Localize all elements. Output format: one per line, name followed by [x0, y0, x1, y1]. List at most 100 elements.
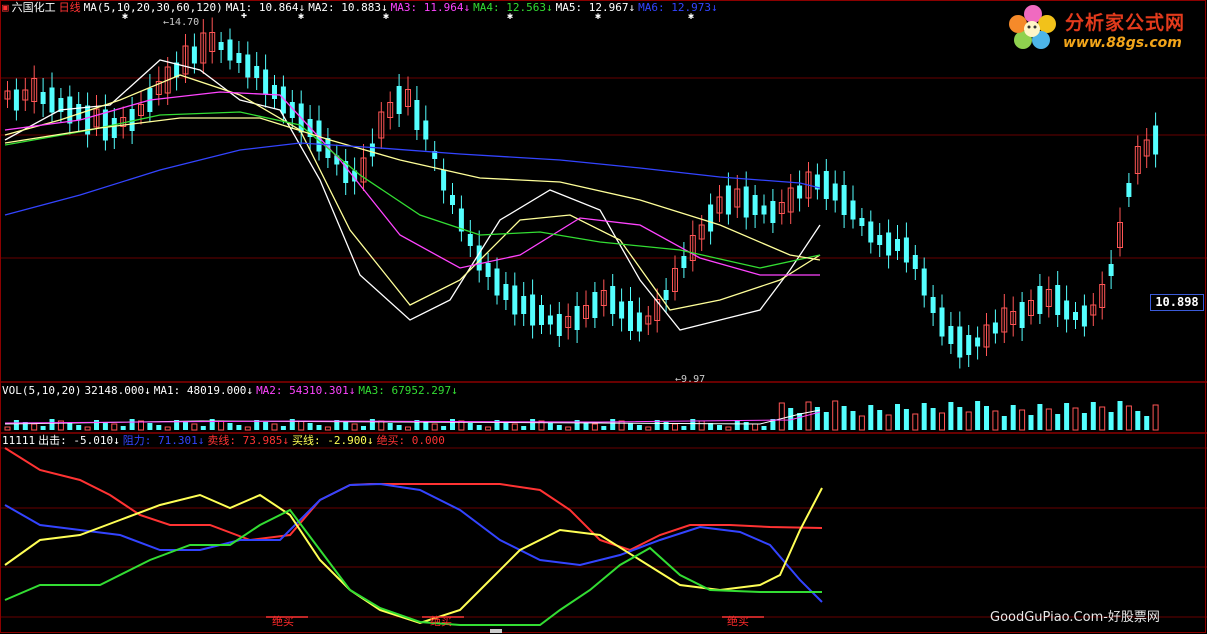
candle-body: [396, 86, 402, 114]
volume-bar: [717, 425, 722, 430]
candle-body: [236, 53, 242, 63]
candle-body: [512, 285, 518, 315]
volume-bar: [361, 426, 366, 430]
ma5-line: [4, 117, 821, 261]
candle-body: [752, 195, 758, 215]
volume-bar: [164, 426, 171, 431]
signal-label: 绝买: [727, 615, 749, 628]
candle-body: [930, 297, 936, 313]
candle-body: [1108, 264, 1114, 276]
volume-bar: [610, 419, 616, 430]
volume-bar: [1152, 404, 1159, 431]
stock-chart-window[interactable]: ▣ 六国化工 日线 MA(5,10,20,30,60,120) MA1: 10.864↓…: [0, 0, 1207, 634]
vol-ma2: MA2: 54310.301↓: [256, 384, 356, 397]
volume-bar: [67, 423, 73, 430]
candle-body: [1064, 300, 1070, 320]
logo-url: www.88gs.com: [1063, 35, 1182, 51]
volume-bar: [1135, 411, 1141, 430]
candle-body: [414, 100, 420, 130]
candle-body: [40, 92, 46, 104]
candle-body: [636, 312, 642, 332]
candle-body: [877, 235, 883, 245]
flower-logo-icon: [1009, 5, 1056, 49]
star-marker-icon: ✱: [688, 11, 695, 22]
candle-body: [948, 326, 954, 344]
site-logo[interactable]: 分析家公式网 www.88gs.com: [1005, 2, 1205, 54]
candle-body: [218, 42, 224, 50]
candle-body: [832, 183, 838, 201]
volume-bar: [183, 422, 188, 430]
chart-canvas[interactable]: [0, 0, 1207, 634]
candle-body: [49, 87, 55, 113]
candle-body: [369, 143, 375, 157]
volume-bar: [975, 401, 981, 430]
volume-bar: [841, 406, 847, 430]
volume-bar: [957, 407, 963, 430]
volume-bar: [912, 413, 919, 431]
candle-body: [708, 204, 714, 232]
volume-header: VOL(5,10,20) 32148.000↓ MA1: 48019.000↓ MA2…: [2, 384, 461, 398]
ma3-line: [4, 91, 820, 276]
volume-bar: [547, 423, 553, 430]
candle-body: [663, 290, 669, 300]
volume-bar: [1064, 403, 1070, 430]
candle-body: [530, 294, 536, 326]
candle-body: [245, 54, 251, 78]
volume-bar: [1045, 408, 1052, 431]
volume-bar: [387, 423, 393, 430]
volume-bar: [672, 423, 678, 431]
volume-bar: [4, 426, 11, 431]
candle-body: [841, 185, 847, 215]
volume-bar: [530, 419, 536, 430]
volume-bar: [895, 404, 900, 430]
indicator-label[interactable]: 11111: [2, 434, 35, 447]
candle-body: [761, 205, 767, 215]
candle-body: [539, 305, 544, 325]
volume-bar: [725, 426, 732, 431]
volume-bar: [200, 426, 206, 430]
volume-bar: [476, 425, 482, 430]
volume-bar: [556, 425, 562, 430]
candle-body: [1153, 125, 1159, 155]
zuli-value: 阻力: 71.301↓: [122, 434, 205, 447]
volume-bar: [1108, 412, 1114, 430]
volume-bar: [752, 423, 759, 431]
vol-label[interactable]: VOL(5,10,20): [2, 384, 81, 397]
candle-body: [263, 69, 269, 95]
volume-bar: [984, 406, 989, 430]
volume-bar: [930, 408, 936, 430]
candle-body: [992, 322, 998, 334]
volume-bar: [591, 423, 598, 431]
juemai-value: 绝买: 0.000: [376, 434, 445, 447]
volume-bar: [832, 400, 839, 431]
stock-name[interactable]: 六国化工: [12, 1, 56, 14]
candle-body: [467, 234, 473, 246]
candle-body: [476, 245, 482, 271]
candle-body: [1019, 302, 1025, 328]
vol-ma2-line: [4, 411, 821, 424]
volume-bar: [1099, 406, 1106, 431]
volume-bar: [405, 426, 411, 431]
volume-bar: [485, 426, 492, 431]
volume-bar: [885, 414, 892, 431]
volume-bar: [698, 420, 705, 431]
volume-bar: [601, 426, 607, 430]
candle-body: [850, 200, 856, 220]
volume-bar: [681, 426, 687, 430]
volume-bar: [1125, 405, 1132, 431]
candle-body: [725, 185, 731, 215]
volume-bar: [236, 425, 242, 430]
ticker-flag-icon: ▣: [2, 1, 9, 14]
volume-bar: [13, 420, 19, 430]
candle-body: [450, 195, 455, 205]
volume-bar: [467, 423, 473, 430]
volume-bar: [1037, 404, 1043, 430]
volume-bar: [307, 423, 313, 430]
candle-body: [610, 286, 616, 314]
volume-bar: [511, 423, 518, 431]
period-label[interactable]: 日线: [59, 1, 81, 14]
volume-bar: [992, 410, 999, 431]
volume-bar: [948, 402, 954, 430]
vol-ma1: MA1: 48019.000↓: [153, 384, 254, 397]
volume-bar: [939, 412, 945, 431]
